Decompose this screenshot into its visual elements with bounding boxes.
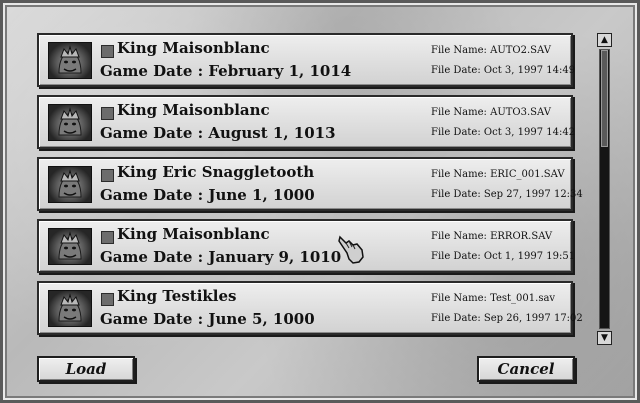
banner-marker-icon — [101, 169, 114, 182]
file-name: File Name: AUTO2.SAV — [431, 45, 551, 56]
game-date: Game Date : January 9, 1010 — [100, 248, 342, 266]
save-game-list: King Maisonblanc Game Date : February 1,… — [37, 33, 583, 345]
king-name: King Eric Snaggletooth — [117, 163, 315, 181]
game-date: Game Date : August 1, 1013 — [100, 124, 336, 142]
save-game-row[interactable]: King Maisonblanc Game Date : January 9, … — [37, 219, 576, 273]
file-date: File Date: Sep 27, 1997 12:34 — [431, 189, 583, 200]
file-date: File Date: Sep 26, 1997 17:02 — [431, 313, 583, 324]
cancel-button[interactable]: Cancel — [477, 356, 575, 382]
scroll-track[interactable] — [599, 49, 610, 329]
banner-marker-icon — [101, 293, 114, 306]
king-name: King Maisonblanc — [117, 39, 270, 57]
king-name: King Maisonblanc — [117, 225, 270, 243]
file-date: File Date: Oct 1, 1997 19:51 — [431, 251, 576, 262]
game-date: Game Date : June 1, 1000 — [100, 186, 315, 204]
king-name: King Maisonblanc — [117, 101, 270, 119]
game-date: Game Date : June 5, 1000 — [100, 310, 315, 328]
king-portrait-icon — [48, 42, 92, 79]
king-name: King Testikles — [117, 287, 237, 305]
king-portrait-icon — [48, 104, 92, 141]
banner-marker-icon — [101, 231, 114, 244]
file-date: File Date: Oct 3, 1997 14:42 — [431, 127, 576, 138]
game-date: Game Date : February 1, 1014 — [100, 62, 352, 80]
king-portrait-icon — [48, 290, 92, 327]
file-name: File Name: ERIC_001.SAV — [431, 169, 565, 180]
save-game-row[interactable]: King Maisonblanc Game Date : August 1, 1… — [37, 95, 576, 149]
scroll-down-button[interactable]: ▼ — [597, 331, 612, 345]
file-name: File Name: Test_001.sav — [431, 293, 556, 304]
save-game-row[interactable]: King Maisonblanc Game Date : February 1,… — [37, 33, 576, 87]
scrollbar[interactable]: ▲ ▼ — [597, 33, 612, 345]
gauntlet-pointer-icon — [338, 235, 364, 264]
banner-marker-icon — [101, 107, 114, 120]
load-game-dialog: King Maisonblanc Game Date : February 1,… — [0, 0, 640, 403]
file-name: File Name: AUTO3.SAV — [431, 107, 551, 118]
scroll-thumb[interactable] — [601, 50, 608, 147]
load-button[interactable]: Load — [37, 356, 135, 382]
king-portrait-icon — [48, 166, 92, 203]
file-name: File Name: ERROR.SAV — [431, 231, 553, 242]
scroll-up-button[interactable]: ▲ — [597, 33, 612, 47]
save-game-row[interactable]: King Eric Snaggletooth Game Date : June … — [37, 157, 583, 211]
save-game-row[interactable]: King Testikles Game Date : June 5, 1000 … — [37, 281, 583, 335]
banner-marker-icon — [101, 45, 114, 58]
king-portrait-icon — [48, 228, 92, 265]
file-date: File Date: Oct 3, 1997 14:49 — [431, 65, 576, 76]
